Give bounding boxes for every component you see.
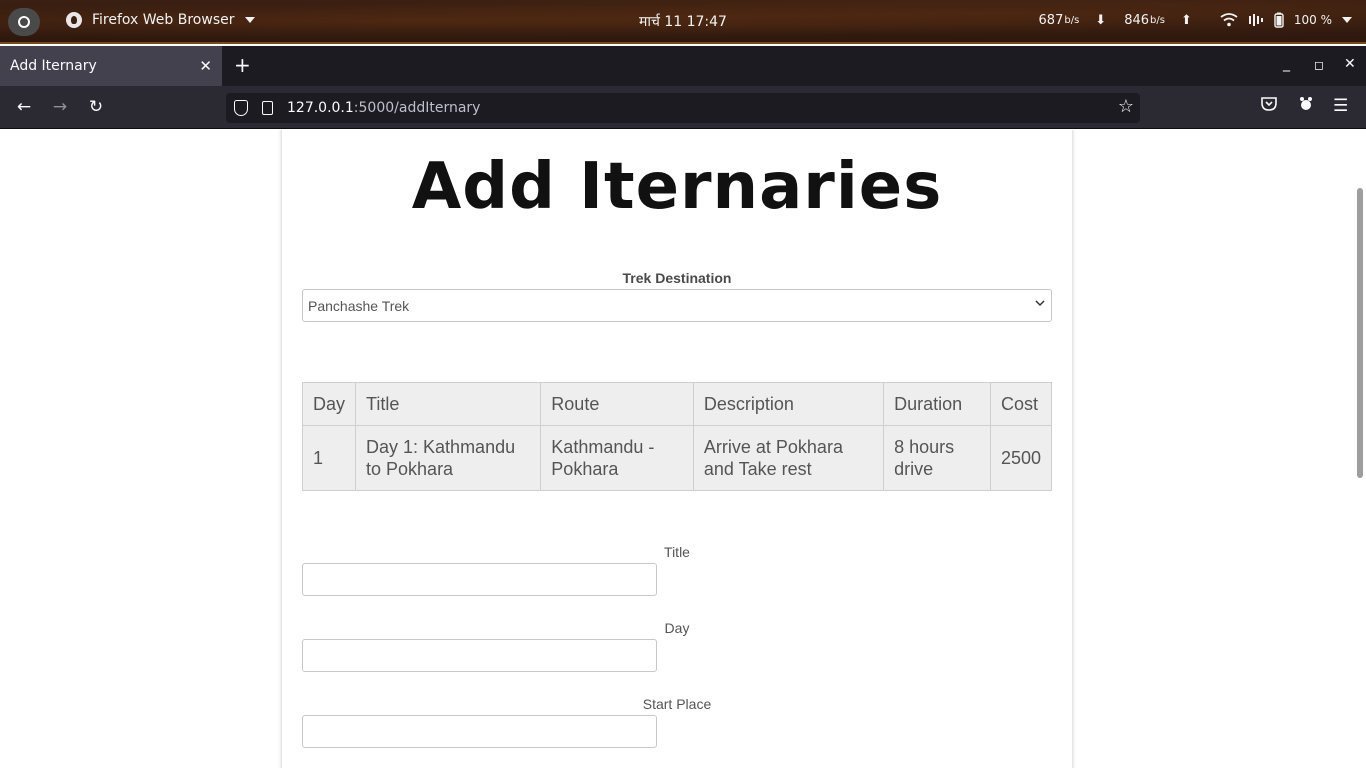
cell-route: Kathmandu - Pokhara (540, 425, 694, 491)
cell-cost: 2500 (989, 425, 1053, 491)
clock-text: मार्च 11 17:47 (639, 14, 727, 30)
tab-strip: Add Iternary ✕ + _ ◻ ✕ (0, 46, 1366, 86)
net-up-unit: b/s (1150, 14, 1165, 26)
activities-icon (18, 16, 30, 28)
day-input[interactable] (302, 639, 657, 672)
minimize-icon[interactable]: _ (1283, 56, 1290, 72)
new-tab-icon[interactable]: + (234, 53, 251, 77)
page-icon[interactable] (262, 101, 273, 115)
tab-title: Add Iternary (10, 58, 97, 74)
title-label: Title (664, 544, 690, 560)
cell-duration: 8 hours drive (883, 425, 991, 491)
column-header-route: Route (540, 382, 694, 426)
tab-close-icon[interactable]: ✕ (199, 57, 212, 75)
cell-description: Arrive at Pokhara and Take rest (692, 425, 885, 491)
maximize-icon[interactable]: ◻ (1314, 58, 1324, 72)
title-input[interactable] (302, 563, 657, 596)
column-header-description: Description (692, 382, 885, 426)
tab-add-iternary[interactable]: Add Iternary ✕ (0, 46, 222, 86)
upload-arrow-icon: ⬆ (1180, 12, 1192, 28)
content-card: Add Iternaries Trek Destination Panchash… (282, 130, 1072, 768)
url-path: :5000/addIternary (353, 100, 481, 116)
net-up-value: 846 (1124, 12, 1150, 28)
url-bar[interactable]: 127.0.0.1:5000/addIternary ☆ (226, 93, 1140, 123)
firefox-icon (66, 12, 82, 28)
day-label: Day (664, 620, 690, 636)
pocket-icon[interactable] (1260, 96, 1278, 117)
start-place-label: Start Place (642, 696, 712, 712)
url-host: 127.0.0.1 (287, 100, 354, 116)
reload-icon[interactable]: ↻ (85, 97, 107, 117)
net-down-unit: b/s (1064, 14, 1080, 26)
column-header-title: Title (355, 382, 542, 426)
table-row: 1 Day 1: Kathmandu to Pokhara Kathmandu … (301, 425, 1053, 491)
activities-button[interactable] (8, 8, 40, 36)
navigation-toolbar: ← → ↻ 127.0.0.1:5000/addIternary ☆ ☰ (0, 86, 1366, 129)
forward-arrow-icon[interactable]: → (49, 97, 71, 117)
net-down-value: 687 (1038, 12, 1064, 28)
app-menu-label: Firefox Web Browser (92, 12, 235, 28)
extension-icon[interactable] (1297, 96, 1315, 117)
cell-day: 1 (301, 425, 357, 491)
column-header-duration: Duration (883, 382, 991, 426)
page-title: Add Iternaries (411, 150, 943, 224)
column-header-cost: Cost (989, 382, 1053, 426)
trek-destination-label: Trek Destination (622, 270, 732, 286)
start-place-input[interactable] (302, 715, 657, 748)
chevron-down-icon (244, 17, 255, 23)
trek-destination-value: Panchashe Trek (308, 297, 410, 314)
window-close-icon[interactable]: ✕ (1344, 56, 1356, 72)
battery-percent: 100 % (1293, 13, 1332, 27)
itinerary-table: Day Title Route Description Duration Cos… (301, 382, 1053, 491)
column-header-day: Day (301, 382, 357, 426)
table-header-row: Day Title Route Description Duration Cos… (301, 382, 1053, 426)
chevron-down-icon (1035, 298, 1045, 310)
hamburger-menu-icon[interactable]: ☰ (1333, 96, 1348, 116)
volume-icon (1248, 14, 1263, 26)
app-menu[interactable]: Firefox Web Browser (66, 12, 255, 28)
bookmark-star-icon[interactable]: ☆ (1118, 96, 1134, 117)
system-tray[interactable]: 687 b/s ⬇ 846 b/s ⬆ 100 % (1039, 12, 1352, 28)
wifi-icon (1220, 13, 1238, 27)
battery-icon (1274, 12, 1284, 28)
cell-title: Day 1: Kathmandu to Pokhara (355, 425, 542, 491)
url-text[interactable]: 127.0.0.1:5000/addIternary (287, 100, 480, 116)
page-viewport: Add Iternaries Trek Destination Panchash… (0, 130, 1366, 768)
shield-icon[interactable] (234, 100, 248, 116)
os-top-bar: Firefox Web Browser मार्च 11 17:47 687 b/… (0, 0, 1366, 44)
trek-destination-select[interactable]: Panchashe Trek (302, 289, 1052, 322)
download-arrow-icon: ⬇ (1095, 12, 1107, 28)
tray-chevron-down-icon (1342, 17, 1352, 23)
page-scrollbar[interactable] (1357, 188, 1363, 478)
back-arrow-icon[interactable]: ← (13, 97, 35, 117)
